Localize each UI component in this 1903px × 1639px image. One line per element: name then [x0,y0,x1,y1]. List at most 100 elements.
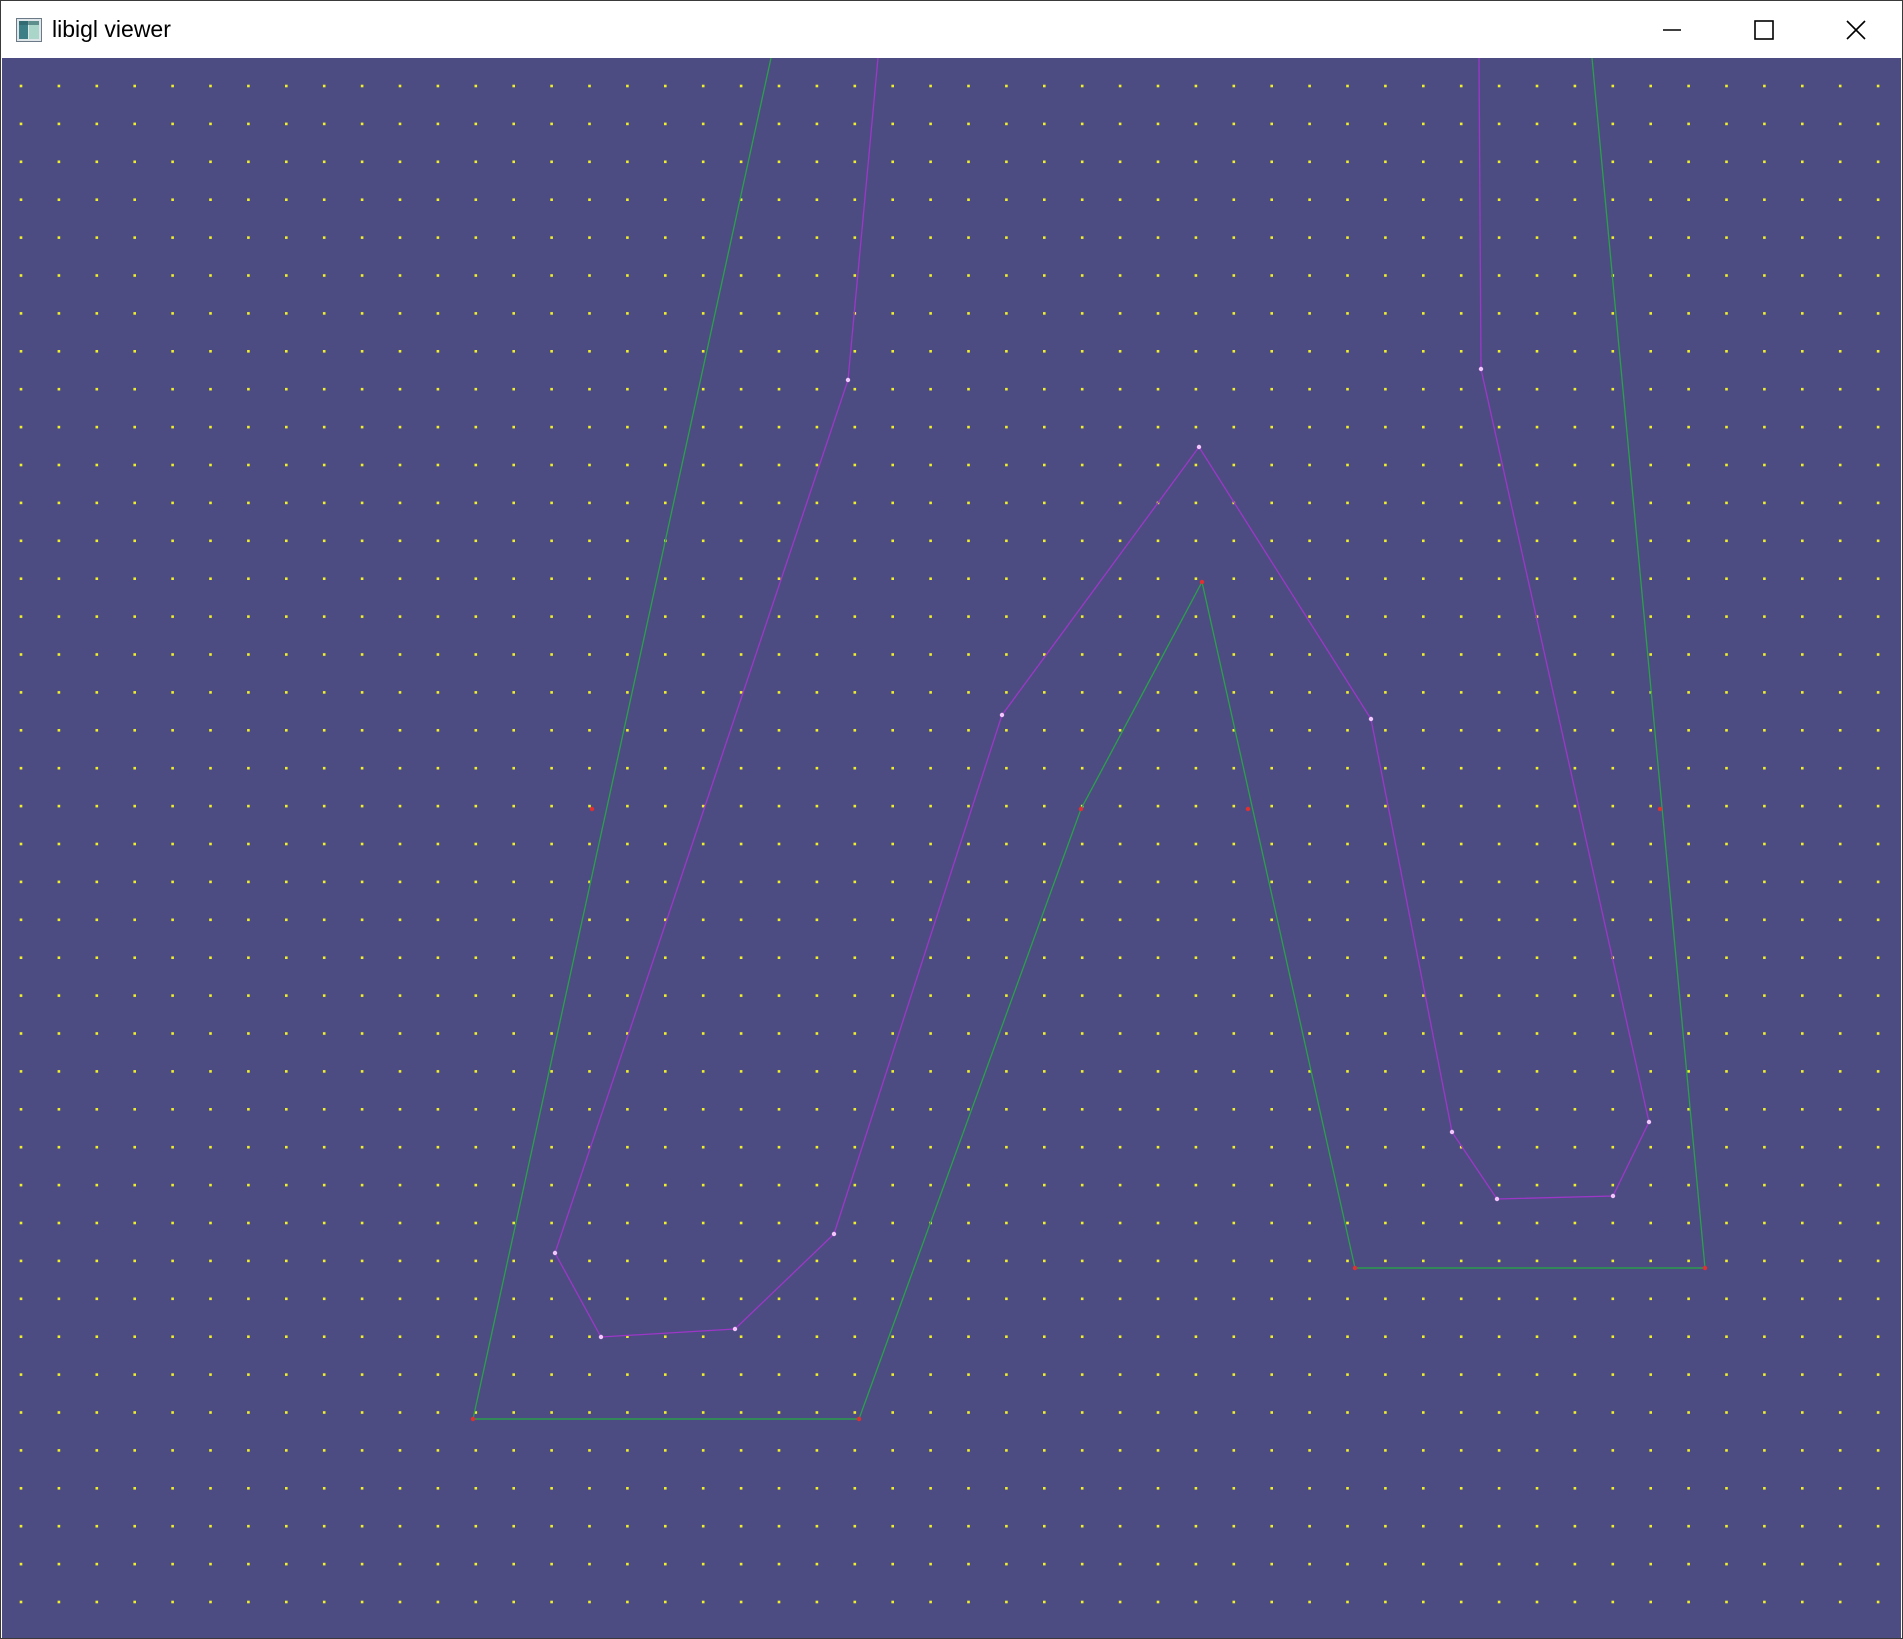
grid-point [57,1487,61,1490]
grid-point [1080,1335,1084,1338]
grid-point [550,1259,553,1263]
grid-point [1801,387,1804,391]
grid-point [588,1562,591,1566]
grid-point [1649,1449,1652,1452]
grid-point [1725,804,1728,808]
viewer-canvas[interactable] [2,58,1901,1638]
grid-point [1459,160,1463,164]
grid-point [95,653,99,656]
grid-point [929,84,932,88]
grid-point [474,350,478,353]
title-bar[interactable]: libigl viewer [1,1,1902,58]
grid-point [95,918,99,922]
grid-point [474,653,478,656]
grid-point [664,198,667,201]
minimize-button[interactable] [1626,1,1718,58]
grid-point [1308,1335,1311,1338]
grid-point [1156,274,1160,277]
grid-point [436,994,440,997]
grid-point [1080,274,1084,277]
grid-point [95,1221,99,1225]
boundary-vertex [1078,806,1084,812]
grid-point [1725,1183,1728,1187]
grid-point [891,1562,894,1566]
grid-point [1346,539,1349,543]
grid-point [285,1562,288,1566]
grid-point [398,615,402,618]
grid-point [1459,880,1463,884]
grid-point [133,1562,136,1566]
grid-point [57,653,61,656]
grid-point [1876,1487,1880,1490]
grid-point [322,1562,326,1566]
grid-point [1725,274,1728,277]
grid-point [626,501,629,505]
grid-point [209,842,212,846]
grid-point [360,615,364,618]
grid-point [133,1183,136,1187]
grid-point [1422,842,1425,846]
grid-point [701,1562,705,1566]
grid-point [739,350,743,353]
grid-point [1763,387,1766,391]
grid-point [133,653,136,656]
grid-point [664,577,667,580]
grid-point [398,425,402,429]
grid-point [664,387,667,391]
grid-point [1346,1600,1349,1604]
grid-point [1118,880,1122,884]
minimize-icon [1663,28,1681,31]
grid-point [1535,387,1539,391]
grid-point [1573,387,1577,391]
grid-point [436,1145,440,1149]
grid-point [1156,691,1160,694]
grid-point [474,918,478,922]
grid-point [1649,198,1652,201]
grid-point [815,577,819,580]
grid-point [285,198,288,201]
grid-point [1535,1335,1539,1338]
grid-point [436,691,440,694]
grid-point [1346,1145,1349,1149]
grid-point [550,1335,553,1338]
grid-point [1232,84,1236,88]
grid-point [1497,1335,1501,1338]
grid-point [550,880,553,884]
grid-point [360,1108,364,1111]
grid-point [95,463,99,467]
grid-point [701,766,705,770]
grid-point [322,1335,326,1338]
grid-point [247,1221,250,1225]
grid-point [701,1108,705,1111]
grid-point [1459,615,1463,618]
grid-point [1194,1297,1198,1301]
grid-point [247,1524,250,1528]
grid-point [891,615,894,618]
close-button[interactable] [1810,1,1902,58]
grid-point [360,956,364,959]
grid-point [777,274,781,277]
grid-point [1876,160,1880,164]
grid-point [739,1259,743,1263]
grid-point [815,1145,819,1149]
grid-point [1876,1373,1880,1376]
grid-point [285,653,288,656]
maximize-button[interactable] [1718,1,1810,58]
grid-point [19,198,23,201]
grid-point [1005,1032,1008,1035]
grid-point [550,198,553,201]
grid-point [1422,1373,1425,1376]
grid-point [247,1032,250,1035]
grid-point [360,350,364,353]
grid-point [1573,1487,1577,1490]
grid-point [853,1335,857,1338]
grid-point [1725,615,1728,618]
grid-point [1573,122,1577,126]
grid-point [285,1070,288,1073]
grid-point [436,804,440,808]
grid-point [95,577,99,580]
grid-point [626,1221,629,1225]
grid-point [322,1449,326,1452]
grid-point [1611,1145,1615,1149]
grid-point [1611,729,1615,732]
